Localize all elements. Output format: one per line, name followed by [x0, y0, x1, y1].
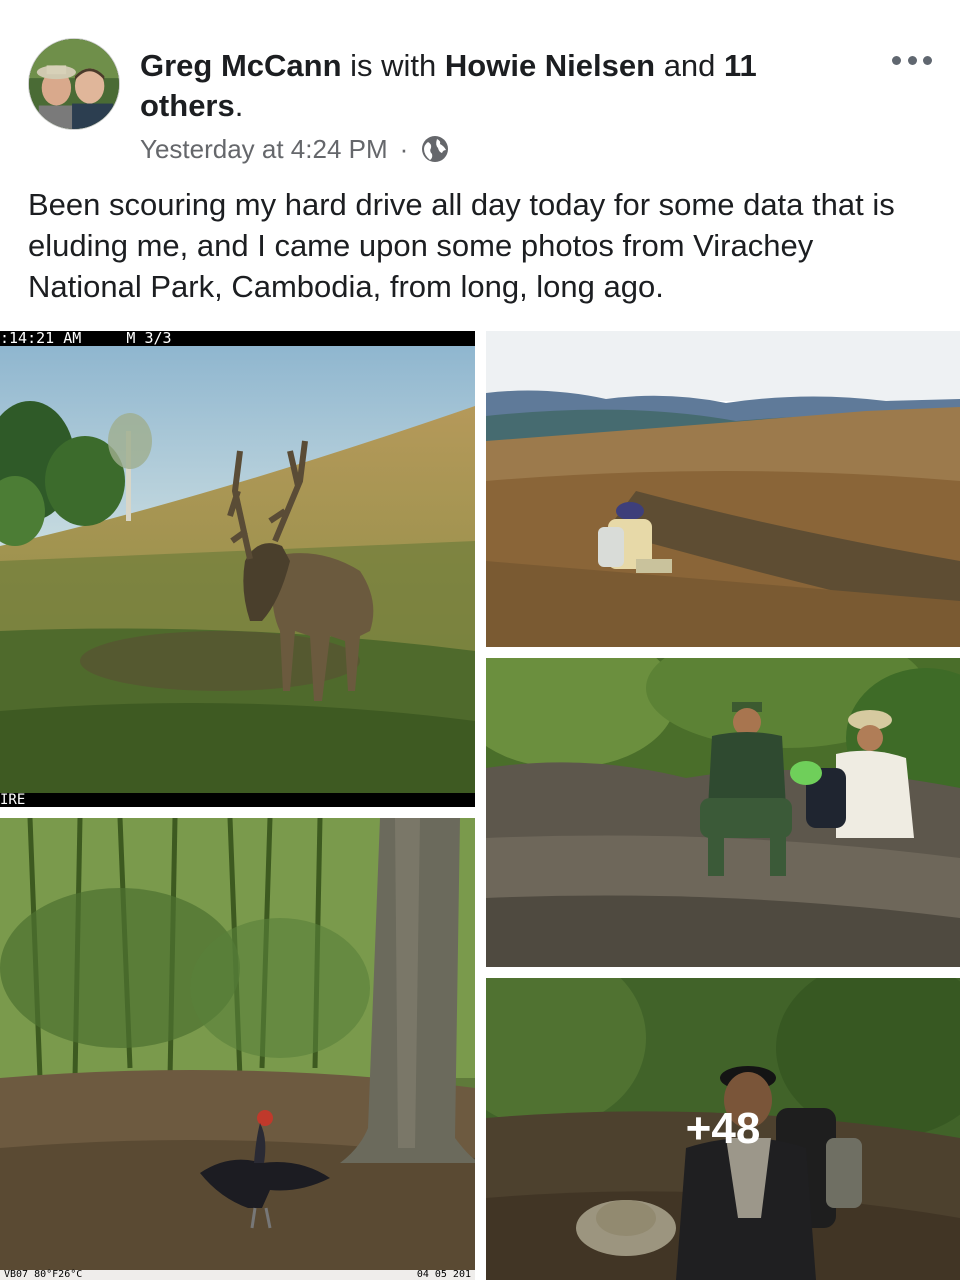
camera-stamp-right: 04 05 201 [416, 1269, 471, 1280]
with-text: is with [341, 48, 445, 83]
camera-stamp-bottom: VB07 80°F26°C 04 05 201 [0, 1270, 475, 1280]
camera-stamp-left: VB07 80°F26°C [4, 1269, 83, 1280]
pheasant-image [0, 818, 475, 1280]
post-meta: Yesterday at 4:24 PM · [140, 130, 450, 168]
more-dot [892, 55, 901, 65]
post-author-line: Greg McCann is with Howie Nielsen and 11… [140, 46, 840, 126]
more-photos-count: +48 [685, 1104, 761, 1153]
more-photos-overlay[interactable]: +48 [486, 978, 960, 1280]
more-dot [923, 55, 932, 65]
post-timestamp[interactable]: Yesterday at 4:24 PM [140, 134, 388, 165]
more-options-icon[interactable] [892, 46, 932, 74]
post-body-text: Been scouring my hard drive all day toda… [28, 187, 895, 304]
photo-hillside-hiker[interactable] [486, 331, 960, 647]
deer-image [0, 346, 475, 807]
period-text: . [234, 88, 244, 123]
photo-men-on-rocks[interactable] [486, 658, 960, 967]
photo-pheasant-forest[interactable]: VB07 80°F26°C 04 05 201 [0, 818, 475, 1280]
tagged-friend[interactable]: Howie Nielsen [445, 48, 655, 83]
hillside-image [486, 331, 960, 647]
rocks-image [486, 658, 960, 967]
avatar-photo [29, 39, 119, 129]
globe-icon[interactable] [420, 134, 450, 164]
photo-more-tile[interactable]: +48 [486, 978, 960, 1280]
camera-stamp-top: :14:21 AM M 3/3 [0, 331, 475, 346]
meta-separator: · [399, 133, 409, 164]
more-dot [907, 55, 917, 65]
author-avatar[interactable] [28, 38, 120, 130]
and-text: and [655, 48, 725, 83]
camera-stamp-bottom: IRE [0, 793, 475, 807]
author-name[interactable]: Greg McCann [140, 48, 342, 83]
photo-deer-camera-trap[interactable]: :14:21 AM M 3/3 IRE [0, 331, 475, 807]
